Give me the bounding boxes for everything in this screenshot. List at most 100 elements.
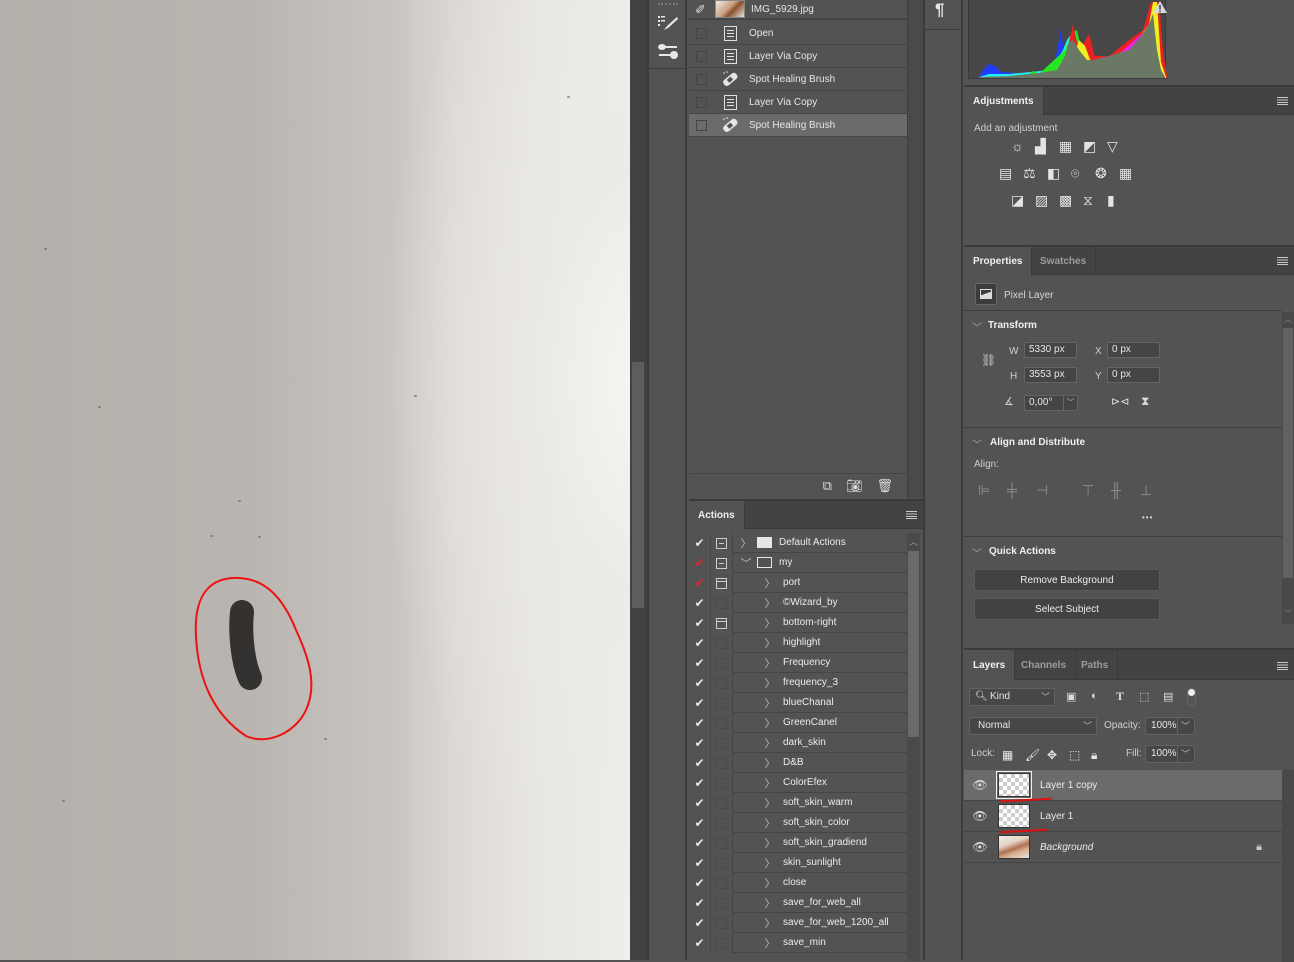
- align-top-edges-icon[interactable]: ⊤: [1082, 482, 1094, 499]
- chevron-down-icon[interactable]: ﹀: [1176, 718, 1190, 734]
- chevron-right-icon[interactable]: 〉: [763, 815, 777, 831]
- x-field[interactable]: 0 px: [1107, 342, 1160, 358]
- tab-adjustments[interactable]: Adjustments: [964, 87, 1044, 116]
- chevron-right-icon[interactable]: 〉: [763, 635, 777, 651]
- tab-layers[interactable]: Layers: [964, 650, 1016, 681]
- chevron-right-icon[interactable]: 〉: [763, 895, 777, 911]
- lock-transparent-pixels-icon[interactable]: ▦: [1002, 748, 1013, 762]
- angle-dropdown-icon[interactable]: ﹀: [1063, 396, 1077, 410]
- flip-vertical-icon[interactable]: ⧗: [1141, 394, 1149, 409]
- lock-artboard-icon[interactable]: ⬚: [1069, 748, 1080, 762]
- toggle-dialog-box[interactable]: [711, 913, 733, 933]
- toggle-item-checkmark[interactable]: ✔: [689, 553, 711, 573]
- action-item[interactable]: ✔ 〉 Frequency: [689, 653, 907, 673]
- paragraph-icon[interactable]: ¶: [935, 0, 944, 20]
- toggle-item-checkmark[interactable]: ✔: [689, 733, 711, 753]
- lock-image-pixels-icon[interactable]: 🖌︎: [1025, 748, 1040, 762]
- tab-actions[interactable]: Actions: [689, 501, 745, 530]
- tab-channels[interactable]: Channels: [1012, 650, 1077, 680]
- history-item[interactable]: Layer Via Copy: [689, 91, 907, 114]
- lock-all-icon[interactable]: 🔒︎: [1091, 748, 1097, 763]
- toggle-item-checkmark[interactable]: ✔: [689, 533, 711, 553]
- collapse-transform-icon[interactable]: ﹀: [972, 319, 982, 334]
- history-scroll-track[interactable]: [907, 0, 923, 498]
- toggle-item-checkmark[interactable]: ✔: [689, 633, 711, 653]
- panel-menu-icon[interactable]: [1277, 257, 1288, 265]
- chevron-right-icon[interactable]: 〉: [763, 595, 777, 611]
- toggle-dialog-box[interactable]: [711, 733, 733, 753]
- toggle-dialog-box[interactable]: [711, 613, 733, 633]
- scroll-down-icon[interactable]: ﹀: [1284, 608, 1292, 619]
- action-item[interactable]: ✔ 〉 bottom-right: [689, 613, 907, 633]
- chevron-right-icon[interactable]: 〉: [763, 655, 777, 671]
- history-brush-source-checkbox[interactable]: [696, 119, 707, 131]
- document-canvas[interactable]: [0, 0, 630, 960]
- visibility-eye-icon[interactable]: 👁︎: [964, 778, 996, 792]
- layers-scrollbar[interactable]: [1282, 770, 1294, 962]
- action-item[interactable]: ✔ 〉 frequency_3: [689, 673, 907, 693]
- chevron-right-icon[interactable]: 〉: [763, 795, 777, 811]
- new-document-from-state-icon[interactable]: ⧉: [823, 478, 832, 494]
- action-item[interactable]: ✔ 〉 close: [689, 873, 907, 893]
- chevron-right-icon[interactable]: 〉: [763, 615, 777, 631]
- toggle-item-checkmark[interactable]: ✔: [689, 653, 711, 673]
- tool-presets-button[interactable]: [655, 40, 681, 62]
- toggle-dialog-box[interactable]: [711, 713, 733, 733]
- curves-icon[interactable]: ▦: [1059, 139, 1075, 153]
- brightness-contrast-icon[interactable]: ☼: [1011, 139, 1027, 153]
- action-set-item[interactable]: ✔ ﹀ my: [689, 553, 907, 573]
- action-item[interactable]: ✔ 〉 soft_skin_gradiend: [689, 833, 907, 853]
- toggle-dialog-box[interactable]: [711, 593, 733, 613]
- align-horizontal-centers-icon[interactable]: ╪: [1007, 482, 1017, 498]
- panel-menu-icon[interactable]: [1277, 97, 1288, 105]
- history-item[interactable]: Layer Via Copy: [689, 45, 907, 68]
- filter-type-icon[interactable]: T: [1116, 689, 1124, 704]
- action-item[interactable]: ✔ 〉 dark_skin: [689, 733, 907, 753]
- panel-grip[interactable]: [658, 3, 678, 6]
- toggle-item-checkmark[interactable]: ✔: [689, 773, 711, 793]
- lock-icon[interactable]: 🔒︎: [1256, 841, 1262, 854]
- brush-presets-button[interactable]: [655, 12, 681, 34]
- history-snapshot[interactable]: ✐ IMG_5929.jpg: [689, 0, 907, 20]
- toggle-dialog-box[interactable]: [711, 853, 733, 873]
- chevron-right-icon[interactable]: 〉: [763, 695, 777, 711]
- toggle-dialog-box[interactable]: [711, 673, 733, 693]
- trash-icon[interactable]: 🗑︎: [876, 478, 893, 494]
- toggle-item-checkmark[interactable]: ✔: [689, 833, 711, 853]
- remove-background-button[interactable]: Remove Background: [974, 569, 1160, 591]
- toggle-item-checkmark[interactable]: ✔: [689, 853, 711, 873]
- toggle-item-checkmark[interactable]: ✔: [689, 873, 711, 893]
- tab-paths[interactable]: Paths: [1072, 650, 1119, 680]
- action-item[interactable]: ✔ 〉 D&B: [689, 753, 907, 773]
- panel-menu-icon[interactable]: [1277, 662, 1288, 670]
- threshold-icon[interactable]: ▩: [1059, 193, 1075, 207]
- toggle-item-checkmark[interactable]: ✔: [689, 613, 711, 633]
- levels-icon[interactable]: ▟: [1035, 139, 1051, 153]
- chevron-right-icon[interactable]: 〉: [763, 935, 777, 951]
- action-item[interactable]: ✔ 〉 ColorEfex: [689, 773, 907, 793]
- toggle-dialog-box[interactable]: [711, 813, 733, 833]
- action-item[interactable]: ✔ 〉 save_for_web_1200_all: [689, 913, 907, 933]
- scroll-up-icon[interactable]: ︿: [1284, 314, 1292, 325]
- chevron-right-icon[interactable]: 〉: [763, 735, 777, 751]
- align-right-edges-icon[interactable]: ⊣: [1036, 482, 1048, 499]
- scroll-up-icon[interactable]: ︿: [909, 535, 918, 548]
- toggle-dialog-box[interactable]: [711, 653, 733, 673]
- toggle-dialog-box[interactable]: [711, 533, 733, 553]
- chevron-right-icon[interactable]: 〉: [739, 535, 753, 551]
- toggle-dialog-box[interactable]: [711, 633, 733, 653]
- channel-mixer-icon[interactable]: ❂: [1095, 166, 1111, 180]
- filter-pixel-icon[interactable]: ▣: [1066, 690, 1076, 703]
- blend-mode-dropdown[interactable]: Normal ﹀: [969, 717, 1097, 735]
- chevron-right-icon[interactable]: 〉: [763, 775, 777, 791]
- select-subject-button[interactable]: Select Subject: [974, 598, 1160, 620]
- actions-scrollbar[interactable]: ︿: [907, 533, 920, 961]
- history-brush-source-checkbox[interactable]: [696, 96, 707, 108]
- toggle-dialog-box[interactable]: [711, 793, 733, 813]
- action-item[interactable]: ✔ 〉 GreenCanel: [689, 713, 907, 733]
- selective-color-icon[interactable]: ⧖: [1083, 193, 1099, 207]
- invert-icon[interactable]: ◪: [1011, 193, 1027, 207]
- toggle-dialog-box[interactable]: [711, 573, 733, 593]
- more-options-icon[interactable]: •••: [1142, 513, 1153, 522]
- toggle-item-checkmark[interactable]: ✔: [689, 893, 711, 913]
